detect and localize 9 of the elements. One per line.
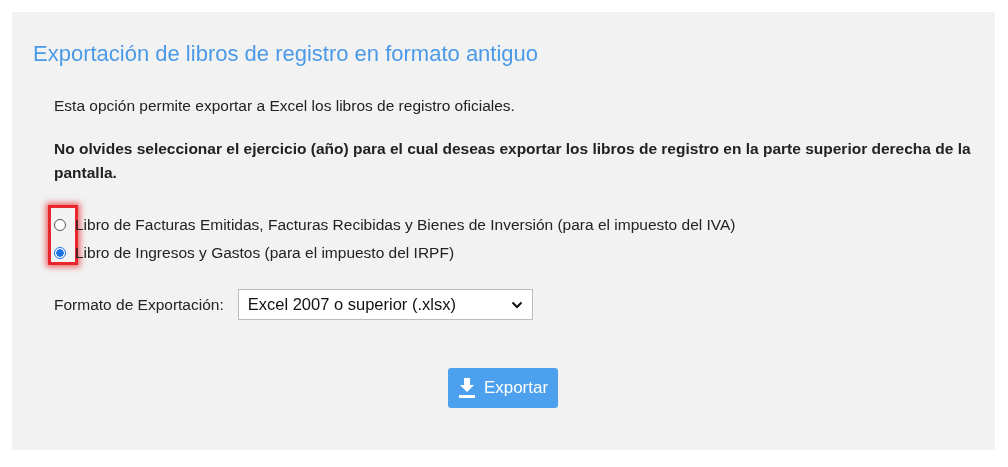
- radio-button[interactable]: [54, 219, 66, 231]
- chevron-icon: [510, 300, 523, 309]
- radio-button[interactable]: [54, 247, 66, 259]
- format-dropdown[interactable]: Excel 2007 o superior (.xlsx): [237, 289, 533, 320]
- format-label: Formato de Exportación:: [54, 295, 224, 314]
- notice-text: No olvides seleccionar el ejercicio (año) para el cual deseas exportar los libros de registro en la parte superior derecha de la pantalla.: [54, 139, 972, 183]
- panel-title: Exportación de libros de registro en formato antiguo: [33, 41, 540, 67]
- intro-text: Esta opción permite exportar a Excel los libros de registro oficiales.: [54, 97, 516, 115]
- download-icon: [457, 378, 476, 398]
